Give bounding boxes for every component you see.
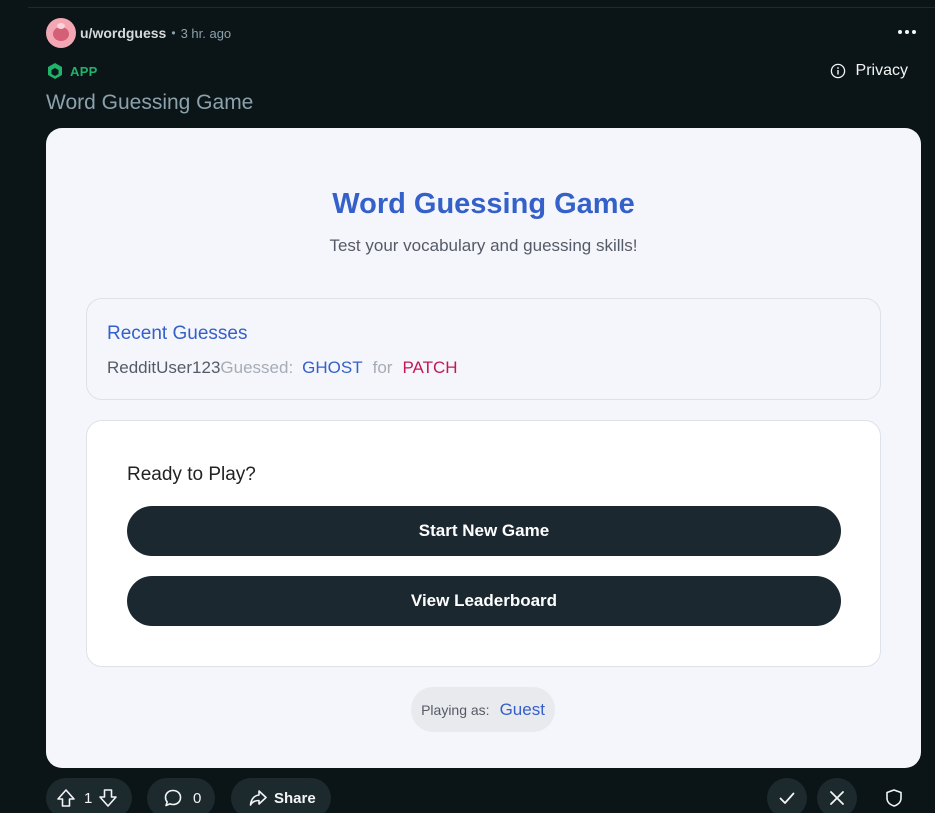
list-item: RedditUser123 Guessed: GHOST for PATCH (107, 358, 458, 378)
vote-control: 1 (46, 778, 132, 813)
vote-count: 1 (84, 789, 93, 807)
more-horizontal-icon (898, 30, 902, 34)
comments-button[interactable]: 0 (147, 778, 215, 813)
guess-connector: for (372, 358, 393, 377)
guess-verb: Guessed: (220, 358, 294, 377)
playing-as-value: Guest (499, 699, 545, 719)
upvote-icon[interactable] (56, 788, 76, 808)
play-heading: Ready to Play? (127, 464, 256, 485)
shield-icon (884, 788, 904, 808)
info-icon (830, 63, 846, 79)
more-options-button[interactable] (897, 22, 917, 42)
app-cube-icon (46, 62, 64, 80)
share-icon (248, 788, 268, 808)
close-icon (827, 788, 847, 808)
guessed-word: GHOST (302, 358, 363, 377)
start-new-game-button[interactable]: Start New Game (127, 506, 841, 556)
approve-button[interactable] (767, 778, 807, 813)
view-leaderboard-button[interactable]: View Leaderboard (127, 576, 841, 626)
post-header: u/wordguess • 3 hr. ago (46, 18, 231, 48)
guess-user: RedditUser123 (107, 358, 221, 377)
game-subtitle: Test your vocabulary and guessing skills… (329, 236, 638, 255)
game-title: Word Guessing Game (332, 188, 635, 220)
play-card: Ready to Play? Start New Game View Leade… (86, 420, 881, 667)
privacy-button[interactable]: Privacy (830, 62, 908, 80)
post-title[interactable]: Word Guessing Game (46, 91, 253, 115)
recent-guesses-card: Recent Guesses RedditUser123 Guessed: GH… (86, 298, 881, 400)
app-card: Word Guessing Game Test your vocabulary … (46, 128, 921, 768)
share-button[interactable]: Share (231, 778, 331, 813)
user-avatar[interactable] (46, 18, 76, 48)
check-icon (777, 788, 797, 808)
comment-icon (163, 788, 183, 808)
app-label: APP (70, 63, 98, 79)
separator-dot: • (171, 26, 176, 40)
downvote-icon[interactable] (98, 788, 118, 808)
guess-answer: PATCH (402, 358, 458, 377)
privacy-label: Privacy (855, 62, 908, 79)
remove-button[interactable] (817, 778, 857, 813)
top-divider (28, 7, 935, 8)
playing-as-label: Playing as: (421, 701, 490, 718)
share-label: Share (274, 789, 316, 807)
recent-guesses-heading: Recent Guesses (107, 323, 248, 344)
username-link[interactable]: u/wordguess (80, 25, 166, 41)
app-tag: APP (46, 62, 98, 80)
post-timestamp: 3 hr. ago (180, 25, 232, 41)
mod-shield-button[interactable] (874, 778, 914, 813)
comment-count: 0 (193, 789, 202, 807)
post-action-bar: 1 0 Share (0, 778, 935, 813)
playing-as-badge: Playing as: Guest (411, 687, 555, 732)
